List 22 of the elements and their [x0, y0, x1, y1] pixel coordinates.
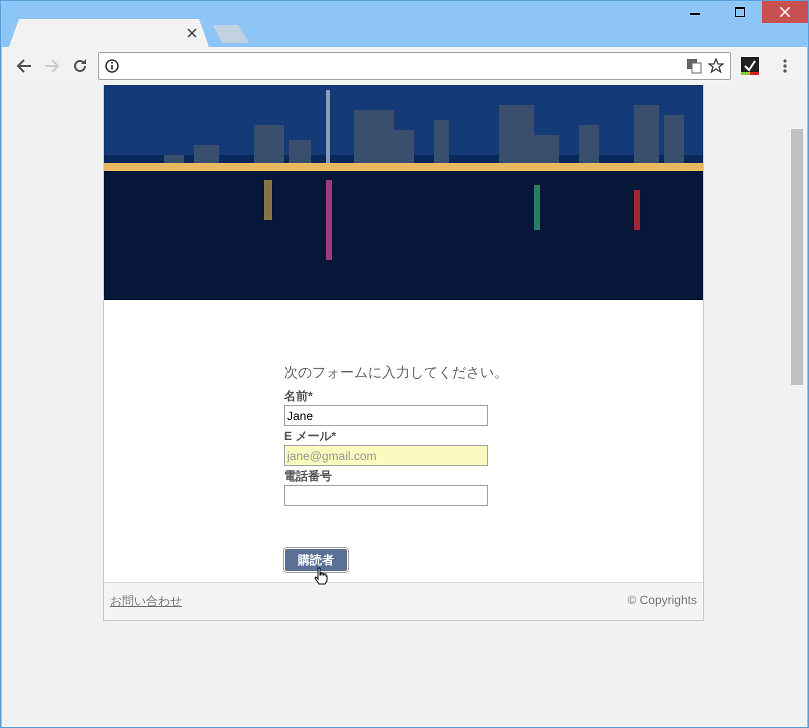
input-field[interactable]: Jane: [284, 405, 488, 426]
star-icon[interactable]: [708, 58, 724, 74]
reload-icon: [72, 58, 88, 74]
checkmark-icon[interactable]: [741, 57, 759, 75]
menu-icon: [783, 58, 787, 74]
info-icon[interactable]: [105, 59, 119, 73]
input-field[interactable]: jane@gmail.com: [284, 445, 488, 466]
copyright-text: © Copyrights: [627, 593, 697, 609]
field-label: E メール*: [284, 428, 338, 445]
contact-link[interactable]: お問い合わせ: [110, 593, 182, 610]
field-label: 電話番号: [284, 468, 333, 485]
close-icon[interactable]: [187, 28, 197, 38]
back-arrow-icon: [16, 58, 32, 74]
field-label: 名前*: [284, 388, 314, 405]
maximize-icon: [734, 7, 744, 17]
close-icon: [780, 7, 790, 17]
subscribe-button[interactable]: 購読者: [284, 548, 348, 572]
translate-icon[interactable]: [686, 58, 702, 74]
close-button[interactable]: [762, 1, 808, 23]
input-field[interactable]: [284, 485, 488, 506]
forward-arrow-icon: [44, 58, 60, 74]
form-instructions: 次のフォームに入力してください。: [284, 364, 509, 382]
